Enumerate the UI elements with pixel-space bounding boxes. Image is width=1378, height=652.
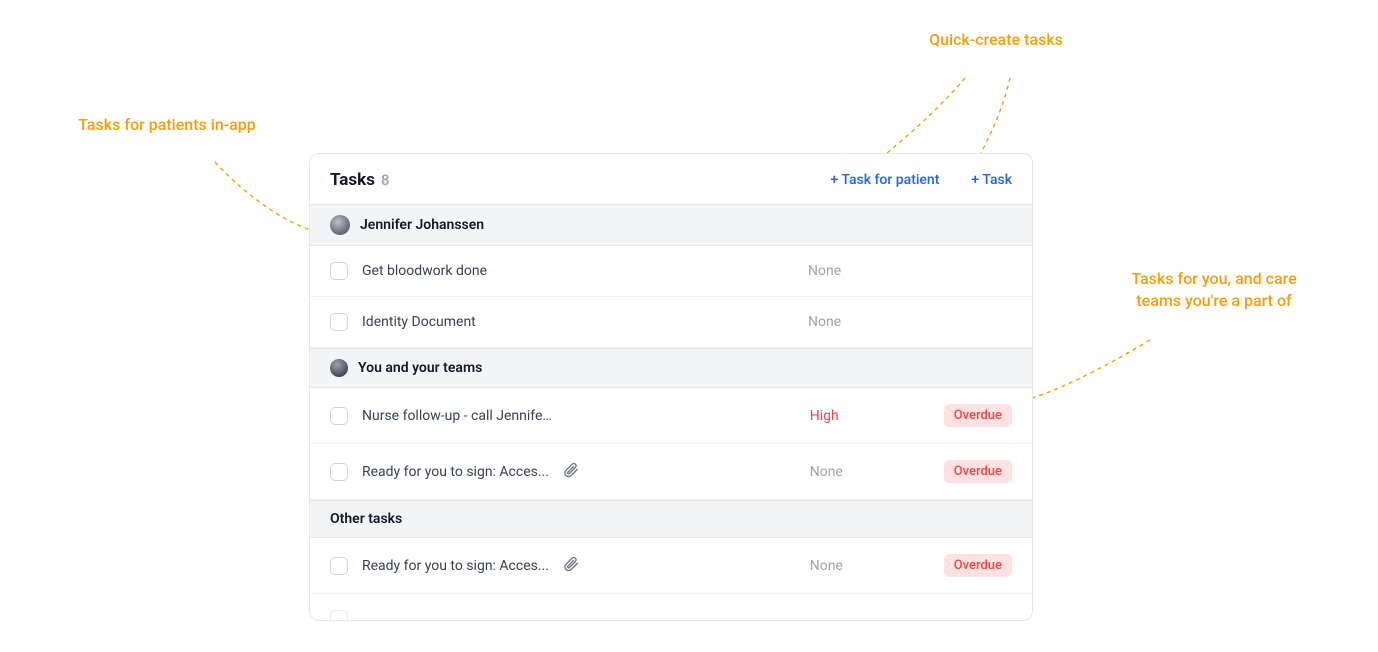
callout-you-teams: Tasks for you, and care teams you're a p… bbox=[1124, 268, 1304, 313]
avatar-icon bbox=[330, 215, 350, 235]
task-row[interactable] bbox=[310, 594, 1032, 621]
section-header-your-teams: You and your teams bbox=[310, 348, 1032, 388]
status-badge: Overdue bbox=[944, 554, 1012, 577]
task-checkbox[interactable] bbox=[330, 463, 348, 481]
task-row[interactable]: Ready for you to sign: Acces... None Ove… bbox=[310, 444, 1032, 500]
task-row[interactable]: Get bloodwork done None bbox=[310, 246, 1032, 297]
task-priority: None bbox=[810, 464, 870, 480]
task-checkbox[interactable] bbox=[330, 313, 348, 331]
section-header-other: Other tasks bbox=[310, 500, 1032, 538]
section-label: Jennifer Johanssen bbox=[360, 217, 484, 233]
task-checkbox[interactable] bbox=[330, 557, 348, 575]
task-priority: None bbox=[808, 263, 868, 279]
card-title: Tasks bbox=[330, 170, 375, 190]
avatar-icon bbox=[330, 359, 348, 377]
paperclip-icon bbox=[563, 556, 579, 576]
task-title: Identity Document bbox=[362, 314, 476, 330]
callout-quick-create: Quick-create tasks bbox=[906, 29, 1086, 51]
task-title: Ready for you to sign: Acces... bbox=[362, 464, 549, 480]
add-task-for-patient-link[interactable]: + Task for patient bbox=[830, 172, 939, 188]
card-count: 8 bbox=[381, 171, 390, 189]
callout-patients: Tasks for patients in-app bbox=[58, 114, 276, 136]
status-badge: Overdue bbox=[944, 460, 1012, 483]
task-row[interactable]: Ready for you to sign: Acces... None Ove… bbox=[310, 538, 1032, 594]
tasks-card: Tasks 8 + Task for patient + Task Jennif… bbox=[309, 153, 1033, 621]
task-checkbox[interactable] bbox=[330, 407, 348, 425]
add-task-link[interactable]: + Task bbox=[971, 172, 1012, 188]
task-row[interactable]: Nurse follow-up - call Jennife... High O… bbox=[310, 388, 1032, 444]
task-priority: None bbox=[810, 558, 870, 574]
task-title: Ready for you to sign: Acces... bbox=[362, 558, 549, 574]
task-priority: High bbox=[810, 408, 870, 424]
tasks-card-header: Tasks 8 + Task for patient + Task bbox=[310, 154, 1032, 204]
task-title: Get bloodwork done bbox=[362, 263, 487, 279]
section-label: Other tasks bbox=[330, 511, 402, 527]
section-header-patient: Jennifer Johanssen bbox=[310, 204, 1032, 246]
paperclip-icon bbox=[563, 462, 579, 482]
task-checkbox[interactable] bbox=[330, 262, 348, 280]
task-title: Nurse follow-up - call Jennife... bbox=[362, 408, 552, 424]
task-row[interactable]: Identity Document None bbox=[310, 297, 1032, 348]
status-badge: Overdue bbox=[944, 404, 1012, 427]
task-checkbox[interactable] bbox=[330, 610, 348, 621]
section-label: You and your teams bbox=[358, 360, 482, 376]
task-priority: None bbox=[808, 314, 868, 330]
